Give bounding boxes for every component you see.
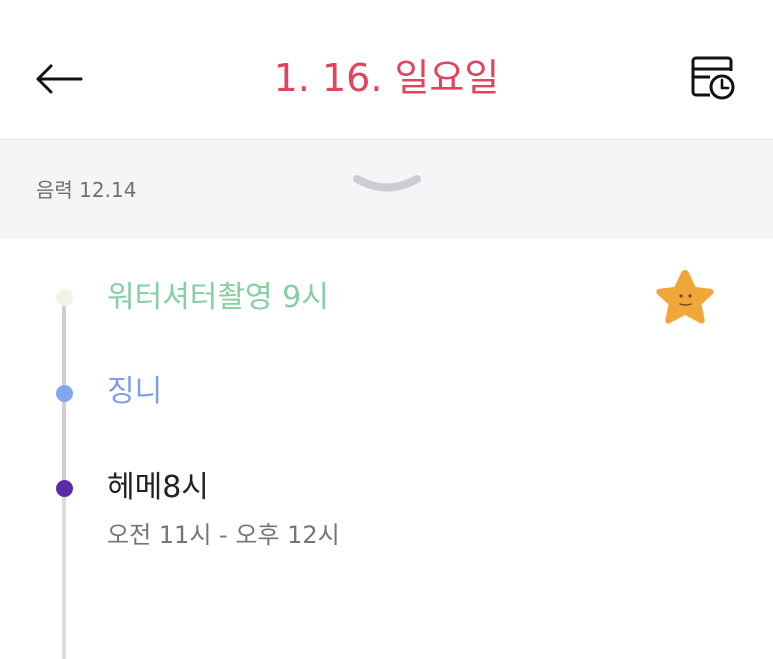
header-bar: 1. 16. 일요일 <box>0 0 773 140</box>
event-item-2[interactable]: 징니 <box>107 372 162 412</box>
event-dot <box>56 480 73 497</box>
event-dot <box>56 385 73 402</box>
event-time-range: 오전 11시 - 오후 12시 <box>107 521 340 549</box>
event-item-1[interactable]: 워터셔터촬영 9시 <box>107 278 329 318</box>
page-title: 1. 16. 일요일 <box>273 56 500 100</box>
event-dot <box>56 289 73 306</box>
lunar-date-band: 음력 12.14 <box>0 140 773 239</box>
star-sticker <box>650 267 720 333</box>
lunar-date-label: 음력 12.14 <box>36 178 137 202</box>
calendar-clock-icon <box>691 56 735 100</box>
chevron-down-icon <box>353 175 421 192</box>
event-item-3[interactable]: 헤메8시 <box>107 468 209 508</box>
schedule-day-screen: 1. 16. 일요일 음력 12.14 워터셔터촬영 9시 징니 헤메8시 오전… <box>0 0 773 659</box>
expand-calendar-handle[interactable] <box>352 174 422 198</box>
timeline-line-bottom <box>62 492 66 659</box>
star-sticker-icon <box>656 270 714 324</box>
calendar-history-button[interactable] <box>684 52 742 104</box>
